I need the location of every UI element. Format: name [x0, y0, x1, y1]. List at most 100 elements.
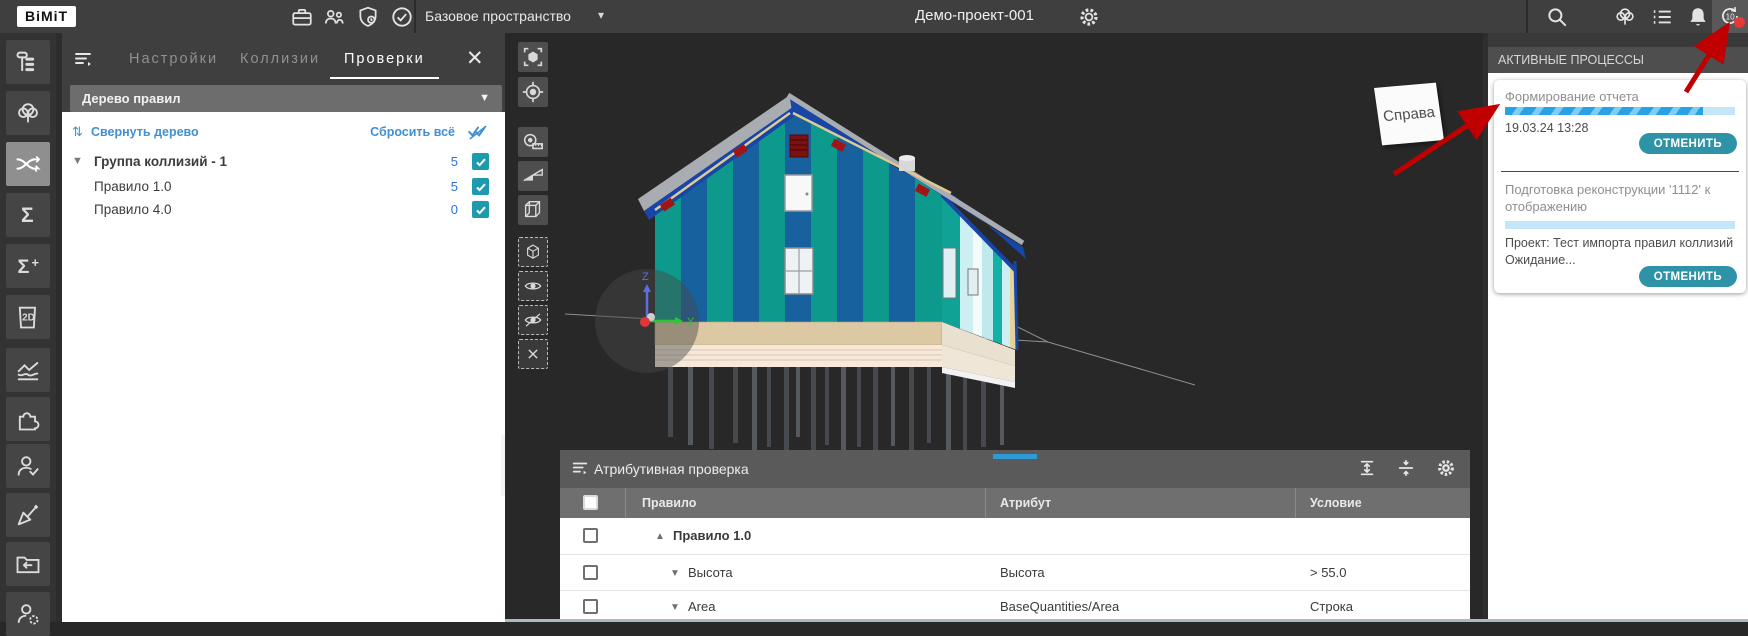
process-project: Проект: Тест импорта правил коллизий: [1505, 236, 1733, 250]
close-icon[interactable]: ✕: [466, 50, 484, 68]
show-object-button[interactable]: [518, 271, 548, 301]
row-checkbox[interactable]: [583, 599, 598, 614]
sigma-plus-icon[interactable]: Σ +: [6, 244, 50, 288]
tool-sidebar: Σ Σ + 2D: [0, 33, 56, 622]
project-tree-icon[interactable]: [1613, 5, 1637, 29]
row-checkbox[interactable]: [583, 565, 598, 580]
shield-icon[interactable]: [356, 5, 380, 29]
locate-target-button[interactable]: [518, 77, 548, 107]
process-title: Подготовка реконструкции '1112' к отобра…: [1505, 181, 1735, 215]
progress-bar: [1505, 221, 1735, 229]
tree-row-rule[interactable]: Правило 4.0 0: [62, 200, 505, 222]
attribute-check-panel: Атрибутивная проверка Правило Атрибут Ус…: [560, 450, 1470, 622]
svg-text:2D: 2D: [22, 313, 35, 324]
hierarchy-tree-icon[interactable]: [6, 40, 50, 84]
list-icon[interactable]: [1650, 5, 1674, 29]
cell-condition: > 55.0: [1310, 565, 1347, 580]
cell-rule: Правило 1.0: [673, 528, 751, 543]
panel-resize-handle[interactable]: [501, 435, 505, 496]
zoom-fit-button[interactable]: [518, 42, 548, 72]
panel-menu-icon[interactable]: [72, 48, 96, 72]
tree-row-count: 5: [451, 154, 458, 169]
team-icon[interactable]: [322, 5, 346, 29]
checkbox-checked[interactable]: [472, 178, 489, 195]
tab-settings[interactable]: Настройки: [129, 51, 218, 67]
select-all-checkbox[interactable]: [583, 495, 598, 510]
column-condition[interactable]: Условие: [1310, 496, 1362, 510]
tree-row-group[interactable]: ▼ Группа коллизий - 1 5: [62, 152, 505, 174]
cell-attribute: Высота: [1000, 565, 1045, 580]
section-plane-label[interactable]: Справа: [1374, 83, 1444, 146]
divider: [1526, 0, 1528, 33]
briefcase-icon[interactable]: [290, 5, 314, 29]
tree-row-label: Правило 1.0: [94, 179, 172, 194]
collisions-shuffle-icon[interactable]: [6, 142, 50, 186]
progress-fill: [1505, 107, 1703, 115]
divider: [414, 0, 416, 33]
panel-title: Атрибутивная проверка: [594, 461, 749, 477]
chevron-down-icon: ▼: [479, 85, 490, 112]
column-rule[interactable]: Правило: [642, 496, 696, 510]
process-status: Ожидание...: [1505, 253, 1576, 267]
chevron-down-icon[interactable]: ▼: [72, 155, 83, 167]
collapse-tree-link[interactable]: Свернуть дерево: [91, 125, 199, 139]
chevron-down-icon[interactable]: ▼: [670, 568, 680, 579]
workspace-selector[interactable]: Базовое пространство: [425, 8, 571, 24]
gear-icon[interactable]: [1078, 6, 1102, 30]
active-processes-button[interactable]: 10: [1712, 0, 1748, 33]
clear-selection-button[interactable]: [518, 339, 548, 369]
user-check-icon[interactable]: [6, 444, 50, 488]
panel-header: Атрибутивная проверка: [560, 450, 1470, 488]
expand-height-icon[interactable]: [1357, 458, 1379, 480]
rules-tree-header[interactable]: Дерево правил ▼: [70, 85, 502, 112]
chart-icon[interactable]: [6, 348, 50, 392]
checks-panel: Настройки Коллизии Проверки ✕ Дерево пра…: [56, 33, 505, 622]
search-icon[interactable]: [1545, 5, 1569, 29]
isolate-object-button[interactable]: [518, 237, 548, 267]
measure-button[interactable]: [518, 127, 548, 157]
trowel-icon[interactable]: [6, 493, 50, 537]
table-header-row: Правило Атрибут Условие: [560, 488, 1470, 518]
2d-view-icon[interactable]: 2D: [6, 295, 50, 339]
reset-all-link[interactable]: Сбросить всё: [370, 125, 455, 139]
folder-export-icon[interactable]: [6, 542, 50, 586]
table-row[interactable]: ▼ Area BaseQuantities/Area Строка: [560, 591, 1470, 622]
cancel-button[interactable]: ОТМЕНИТЬ: [1639, 266, 1737, 287]
progress-bar: [1505, 107, 1735, 115]
sigma-icon[interactable]: Σ: [6, 193, 50, 237]
tab-collisions[interactable]: Коллизии: [240, 51, 320, 67]
row-checkbox[interactable]: [583, 528, 598, 543]
column-attribute[interactable]: Атрибут: [1000, 496, 1051, 510]
gear-icon[interactable]: [1436, 458, 1458, 480]
user-settings-icon[interactable]: [6, 592, 50, 636]
model-tree-icon[interactable]: [6, 91, 50, 135]
check-circle-icon[interactable]: [390, 5, 414, 29]
chevron-down-icon[interactable]: ▾: [598, 8, 604, 22]
chevron-down-icon[interactable]: ▼: [670, 602, 680, 613]
checkbox-checked[interactable]: [472, 201, 489, 218]
tree-row-rule[interactable]: Правило 1.0 5: [62, 177, 505, 199]
expand-collapse-icon[interactable]: ⇅: [72, 124, 88, 140]
clear-filter-icon[interactable]: [467, 123, 489, 141]
drag-handle[interactable]: [993, 454, 1037, 459]
axis-y-label: Y: [687, 316, 695, 328]
notification-dot: [1734, 17, 1745, 28]
section-box-button[interactable]: [518, 195, 548, 225]
process-timestamp: 19.03.24 13:28: [1505, 121, 1588, 135]
panel-menu-icon[interactable]: [570, 458, 592, 480]
chevron-up-icon[interactable]: ▲: [655, 531, 665, 542]
hide-object-button[interactable]: [518, 305, 548, 335]
bell-icon[interactable]: [1686, 5, 1710, 29]
checkbox-checked[interactable]: [472, 153, 489, 170]
puzzle-icon[interactable]: [6, 397, 50, 441]
cell-rule: Area: [688, 599, 715, 614]
section-plane-button[interactable]: [518, 161, 548, 191]
app-logo[interactable]: BiMiT: [17, 6, 76, 27]
svg-text:Σ: Σ: [21, 204, 34, 227]
divider: [1501, 171, 1739, 172]
cancel-button[interactable]: ОТМЕНИТЬ: [1639, 133, 1737, 154]
collapse-rows-icon[interactable]: [1396, 458, 1418, 480]
tab-checks[interactable]: Проверки: [344, 51, 425, 67]
table-row[interactable]: ▲ Правило 1.0: [560, 518, 1470, 555]
table-row[interactable]: ▼ Высота Высота > 55.0: [560, 555, 1470, 591]
